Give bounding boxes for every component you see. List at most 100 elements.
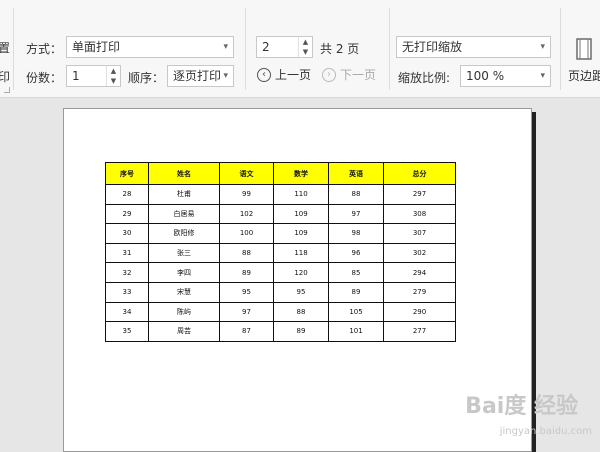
- table-cell: 302: [383, 242, 456, 264]
- zoom-value: 100 %: [466, 69, 505, 83]
- chevron-down-icon: ▾: [540, 42, 545, 52]
- zoom-label: 缩放比例:: [398, 71, 451, 85]
- page-total: 共 2 页: [320, 42, 360, 56]
- table-cell: 89: [219, 262, 274, 283]
- table-cell: 109: [273, 203, 329, 225]
- spin-up-icon[interactable]: ▲: [107, 66, 120, 76]
- table-cell: 279: [383, 281, 456, 303]
- column-header: 数学: [273, 162, 329, 185]
- copies-label: 份数：: [26, 71, 63, 85]
- column-header: 语文: [219, 162, 274, 185]
- table-cell: 宋慧: [148, 281, 220, 303]
- prev-page-button[interactable]: ‹ 上一页: [257, 66, 311, 83]
- table-cell: 105: [328, 301, 384, 323]
- column-header: 总分: [383, 162, 456, 185]
- table-cell: 297: [383, 184, 456, 205]
- table-row: 28 杜甫 99 110 88 297: [105, 184, 456, 205]
- table-cell: 34: [105, 301, 149, 323]
- table-cell: 96: [328, 242, 384, 264]
- table-cell: 88: [219, 242, 274, 264]
- copies-value: 1: [72, 69, 80, 83]
- next-page-label: 下一页: [340, 68, 377, 82]
- table-cell: 308: [383, 203, 456, 225]
- table-cell: 张三: [148, 242, 220, 264]
- table-cell: 98: [328, 223, 384, 244]
- spin-down-icon[interactable]: ▼: [299, 47, 312, 57]
- table-cell: 100: [219, 223, 274, 244]
- table-cell: 290: [383, 301, 456, 323]
- print-mode-value: 单面打印: [72, 40, 121, 54]
- print-mode-select[interactable]: 单面打印 ▾: [66, 36, 234, 58]
- page-number-value: 2: [262, 40, 270, 54]
- page-margins-label: 页边距: [568, 69, 600, 83]
- cut-label-top: 置: [0, 41, 11, 55]
- print-order-select[interactable]: 逐页打印 ▾: [167, 65, 234, 87]
- cut-label-bottom: 印: [0, 70, 11, 84]
- prev-page-label: 上一页: [275, 68, 312, 82]
- table-cell: 88: [328, 184, 384, 205]
- table-row: 29 白居易 102 109 97 308: [105, 203, 456, 225]
- score-table: 序号 姓名 语文 数学 英语 总分 28 杜甫 99 110 88 297 29 白居易 102 109 97…: [105, 162, 456, 342]
- table-cell: 30: [105, 223, 149, 244]
- print-scaling-value: 无打印缩放: [402, 40, 463, 54]
- separator: [245, 8, 246, 90]
- column-header: 英语: [328, 162, 384, 185]
- table-row: 35 周芸 87 89 101 277: [105, 321, 456, 342]
- table-cell: 33: [105, 281, 149, 303]
- baidu-watermark-url: jingyan.baidu.com: [499, 426, 592, 437]
- table-cell: 294: [383, 262, 456, 283]
- column-header: 姓名: [148, 162, 220, 185]
- table-cell: 101: [328, 321, 384, 342]
- table-cell: 欧阳修: [148, 223, 220, 244]
- chevron-down-icon: ▾: [223, 42, 228, 52]
- separator: [13, 8, 14, 90]
- table-cell: 87: [219, 321, 274, 342]
- table-cell: 110: [273, 184, 329, 205]
- copies-stepper[interactable]: 1 ▲ ▼: [66, 65, 121, 87]
- separator: [389, 8, 390, 90]
- page-margins-icon: [576, 38, 592, 60]
- order-label: 顺序：: [128, 71, 165, 85]
- table-cell: 307: [383, 223, 456, 244]
- print-scaling-select[interactable]: 无打印缩放 ▾: [396, 36, 551, 58]
- table-cell: 109: [273, 223, 329, 244]
- next-page-button[interactable]: › 下一页: [322, 66, 376, 83]
- spin-down-icon[interactable]: ▼: [107, 76, 120, 86]
- table-row: 31 张三 88 118 96 302: [105, 242, 456, 264]
- page-number-stepper[interactable]: 2 ▲ ▼: [256, 36, 313, 58]
- spin-up-icon[interactable]: ▲: [299, 37, 312, 47]
- zoom-select[interactable]: 100 % ▾: [460, 65, 551, 87]
- table-row: 34 陈屿 97 88 105 290: [105, 301, 456, 323]
- table-cell: 周芸: [148, 321, 220, 342]
- print-preview-ribbon: 置 印 方式： 单面打印 ▾ 份数： 1 ▲ ▼ 顺序： 逐页打印 ▾ 2 ▲ ▼ …: [0, 0, 600, 98]
- table-cell: 杜甫: [148, 184, 220, 205]
- table-cell: 97: [219, 301, 274, 323]
- group-expand-icon[interactable]: [4, 87, 10, 93]
- table-cell: 99: [219, 184, 274, 205]
- table-cell: 32: [105, 262, 149, 283]
- baidu-watermark-logo: Bai度 经验: [465, 394, 578, 419]
- page-margins-button[interactable]: 页边距: [566, 36, 600, 86]
- chevron-down-icon: ▾: [223, 71, 228, 81]
- table-cell: 89: [328, 281, 384, 303]
- table-header-row: 序号 姓名 语文 数学 英语 总分: [105, 162, 456, 185]
- table-cell: 李四: [148, 262, 220, 283]
- table-cell: 118: [273, 242, 329, 264]
- table-row: 32 李四 89 120 85 294: [105, 262, 456, 283]
- table-cell: 95: [273, 281, 329, 303]
- table-cell: 120: [273, 262, 329, 283]
- column-header: 序号: [105, 162, 149, 185]
- arrow-right-icon: ›: [322, 67, 336, 82]
- table-row: 33 宋慧 95 95 89 279: [105, 281, 456, 303]
- separator: [560, 8, 561, 90]
- mode-label: 方式：: [26, 42, 63, 56]
- table-cell: 白居易: [148, 203, 220, 225]
- table-cell: 35: [105, 321, 149, 342]
- print-order-value: 逐页打印: [173, 69, 222, 83]
- table-cell: 88: [273, 301, 329, 323]
- table-cell: 85: [328, 262, 384, 283]
- table-cell: 29: [105, 203, 149, 225]
- table-cell: 28: [105, 184, 149, 205]
- table-cell: 95: [219, 281, 274, 303]
- table-cell: 102: [219, 203, 274, 225]
